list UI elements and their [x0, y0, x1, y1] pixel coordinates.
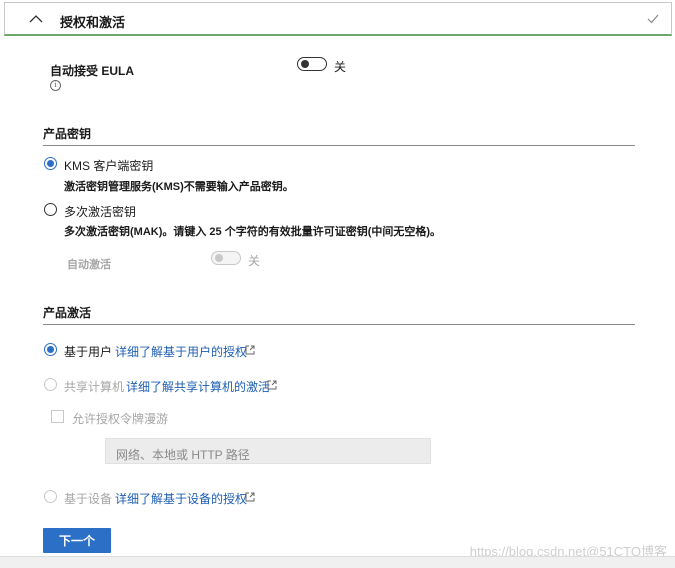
- divider: [43, 324, 635, 325]
- mak-radio[interactable]: [44, 203, 57, 216]
- roaming-label: 允许授权令牌漫游: [72, 412, 169, 426]
- user-based-label: 基于用户: [64, 345, 113, 359]
- chevron-up-icon[interactable]: [29, 12, 43, 26]
- roaming-checkbox[interactable]: [51, 410, 64, 423]
- user-based-link[interactable]: 详细了解基于用户的授权: [115, 343, 247, 360]
- device-based-link[interactable]: 详细了解基于设备的授权: [115, 490, 247, 507]
- external-link-icon[interactable]: [267, 380, 277, 390]
- shared-computer-label: 共享计算机: [64, 380, 125, 394]
- divider: [43, 145, 635, 146]
- mak-description: 多次激活密钥(MAK)。请键入 25 个字符的有效批量许可证密钥(中间无空格)。: [64, 226, 442, 238]
- shared-computer-link[interactable]: 详细了解共享计算机的激活: [126, 378, 270, 395]
- shared-computer-radio[interactable]: [44, 378, 57, 391]
- auto-activate-state: 关: [248, 254, 261, 268]
- user-based-radio[interactable]: [44, 343, 57, 356]
- auto-activate-toggle[interactable]: [211, 251, 241, 265]
- eula-label: 自动接受 EULA: [50, 64, 135, 78]
- activation-title: 产品激活: [43, 306, 92, 320]
- next-button[interactable]: 下一个: [43, 528, 111, 553]
- auto-activate-label: 自动激活: [67, 259, 111, 271]
- kms-radio[interactable]: [44, 157, 57, 170]
- check-icon: [647, 14, 659, 24]
- token-path-input[interactable]: 网络、本地或 HTTP 路径: [105, 438, 431, 464]
- external-link-icon[interactable]: [245, 492, 255, 502]
- section-title: 授权和激活: [60, 15, 126, 30]
- kms-description: 激活密钥管理服务(KMS)不需要输入产品密钥。: [64, 181, 294, 193]
- eula-toggle[interactable]: [297, 57, 327, 71]
- token-path-placeholder: 网络、本地或 HTTP 路径: [116, 448, 250, 462]
- bottom-bar: [0, 556, 675, 568]
- product-key-title: 产品密钥: [43, 127, 92, 141]
- device-based-label: 基于设备: [64, 492, 113, 506]
- eula-toggle-state: 关: [334, 60, 347, 74]
- section-header[interactable]: 授权和激活: [4, 2, 672, 36]
- device-based-radio[interactable]: [44, 490, 57, 503]
- kms-label: KMS 客户端密钥: [64, 159, 154, 173]
- info-icon[interactable]: i: [50, 80, 61, 91]
- external-link-icon[interactable]: [245, 345, 255, 355]
- mak-label: 多次激活密钥: [64, 205, 137, 219]
